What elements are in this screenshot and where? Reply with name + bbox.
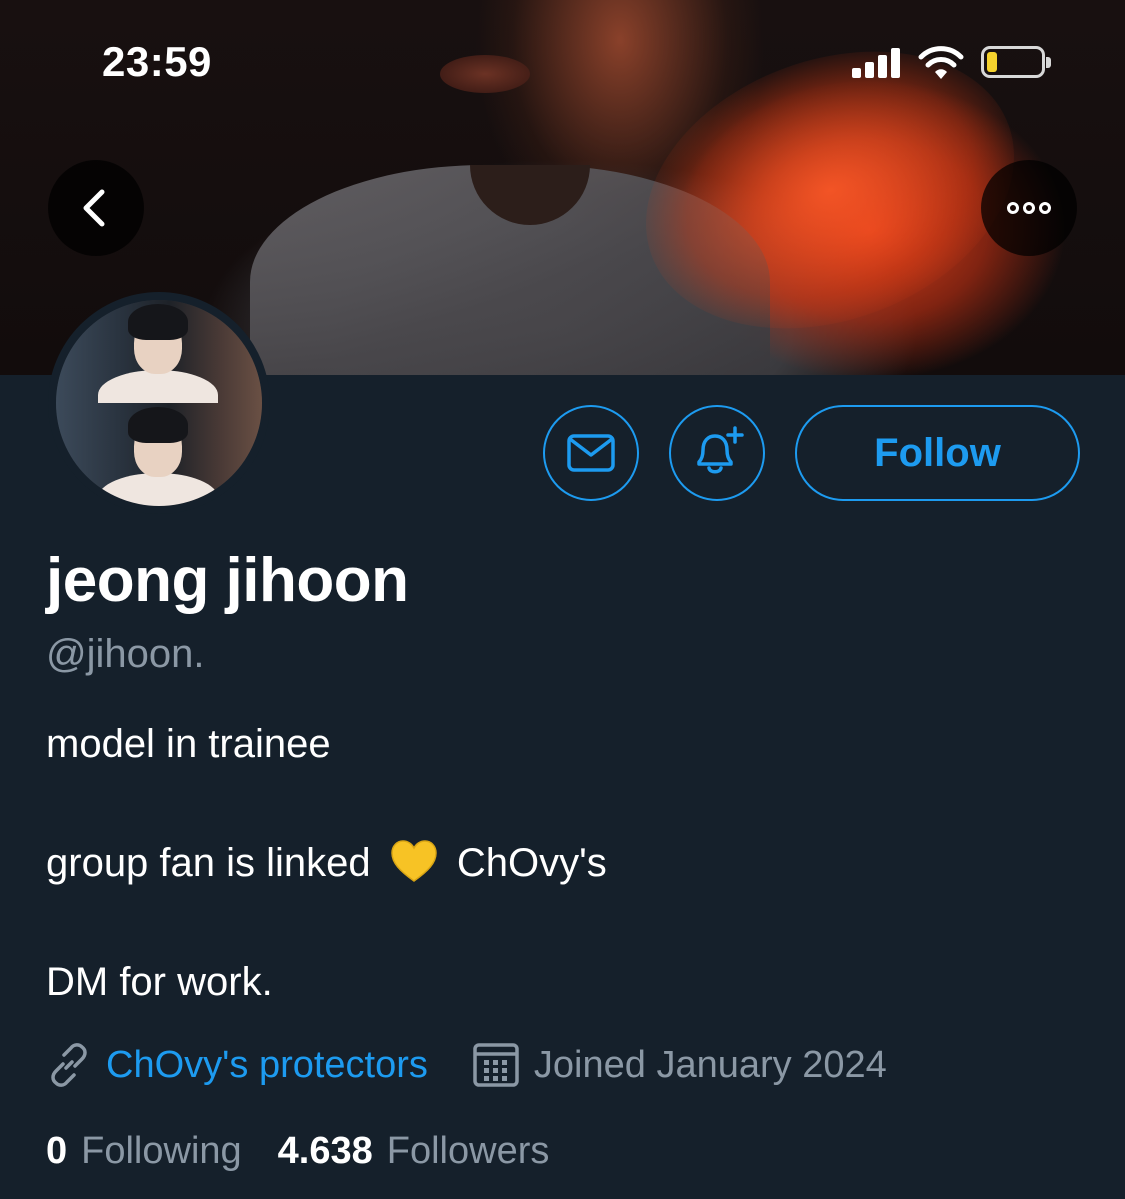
follow-stats: 0 Following 4.638 Followers xyxy=(46,1130,585,1173)
calendar-icon xyxy=(473,1043,519,1087)
chevron-left-icon xyxy=(83,189,105,227)
joined-date: Joined January 2024 xyxy=(533,1043,887,1086)
profile-meta: ChOvy's protectors Joined January 2024 xyxy=(46,1040,887,1090)
link-icon xyxy=(51,1043,87,1087)
notifications-button[interactable] xyxy=(669,405,765,501)
message-button[interactable] xyxy=(543,405,639,501)
profile-website-link[interactable]: ChOvy's protectors xyxy=(106,1044,428,1087)
avatar-photo-top xyxy=(56,300,262,403)
bio-text: group fan is linked xyxy=(46,841,371,885)
display-name: jeong jihoon xyxy=(46,546,409,615)
bio-line-1: model in trainee xyxy=(46,722,331,766)
mail-icon xyxy=(567,434,615,472)
followers-label[interactable]: Followers xyxy=(387,1130,550,1173)
yellow-heart-icon xyxy=(391,840,437,883)
banner-face xyxy=(440,55,530,93)
bio-line-3: DM for work. xyxy=(46,960,273,1004)
followers-count[interactable]: 4.638 xyxy=(278,1130,373,1173)
cellular-signal-icon xyxy=(852,48,904,78)
profile-avatar[interactable] xyxy=(48,292,270,514)
status-bar-time: 23:59 xyxy=(102,38,212,85)
following-count[interactable]: 0 xyxy=(46,1130,67,1173)
follow-button[interactable]: Follow xyxy=(795,405,1080,501)
battery-icon xyxy=(981,46,1051,78)
profile-page: 23:59 Follow jeong jihoon @jihoon. model… xyxy=(0,0,1125,1199)
more-options-button[interactable] xyxy=(981,160,1077,256)
bell-plus-icon xyxy=(697,426,744,474)
avatar-image xyxy=(56,300,262,506)
user-handle: @jihoon. xyxy=(46,632,205,676)
more-horizontal-icon xyxy=(1005,202,1053,214)
avatar-photo-bottom xyxy=(56,403,262,506)
bio-line-2: group fan is linked ChOvy's xyxy=(46,840,607,887)
bio-text: ChOvy's xyxy=(456,841,607,885)
wifi-icon xyxy=(918,46,964,79)
back-button[interactable] xyxy=(48,160,144,256)
following-label[interactable]: Following xyxy=(81,1130,242,1173)
